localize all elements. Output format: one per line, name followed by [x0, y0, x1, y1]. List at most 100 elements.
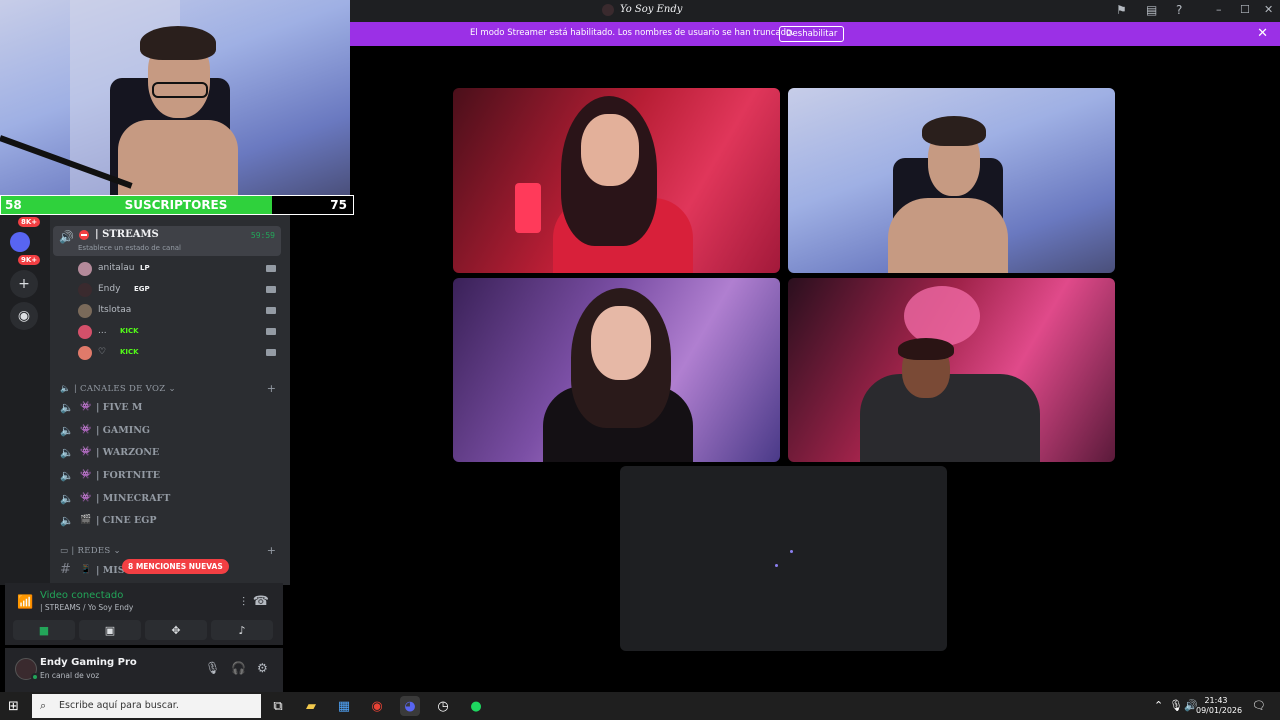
disable-streamer-button[interactable]: Deshabilitar: [779, 26, 845, 42]
voice-status-channel[interactable]: | STREAMS / Yo Soy Endy: [40, 603, 133, 612]
participant-body: [888, 198, 1008, 273]
loading-spinner-icon: [790, 550, 793, 553]
close-icon[interactable]: ✕: [1264, 3, 1273, 16]
app-icon[interactable]: ◷: [433, 696, 453, 716]
tray-chevron-icon[interactable]: ⌃: [1154, 699, 1163, 712]
camera-icon: [266, 286, 276, 293]
inbox-flag-icon[interactable]: ⚑: [1116, 3, 1127, 17]
server-icon[interactable]: [10, 232, 30, 252]
video-tile[interactable]: [788, 88, 1115, 273]
noise-suppression-icon[interactable]: ⫶: [242, 595, 245, 610]
window-title: Yo Soy Endy: [620, 4, 683, 15]
voice-channel[interactable]: 🔈 👾 | FORTNITE: [60, 467, 280, 487]
search-icon: ⌕: [40, 699, 47, 712]
channel-emoji-icon: 👾: [80, 447, 92, 457]
channel-name: | STREAMS: [95, 229, 159, 240]
microphone-icon[interactable]: 🎙: [205, 661, 220, 675]
participant-body: [860, 374, 1040, 462]
discord-icon[interactable]: ◕: [400, 696, 420, 716]
streamer-mode-banner: El modo Streamer está habilitado. Los no…: [350, 22, 1280, 46]
avatar: [78, 346, 92, 360]
taskbar-search[interactable]: ⌕ Escribe aquí para buscar.: [32, 694, 261, 718]
member-name: Endy: [98, 284, 121, 294]
participant-face: [581, 114, 639, 186]
speaker-icon: 🔈: [60, 401, 74, 414]
avatar: [78, 325, 92, 339]
help-icon[interactable]: ?: [1176, 3, 1182, 17]
server-rail: 8K+ 9K+ + ◉: [0, 200, 50, 585]
maximize-icon[interactable]: ☐: [1240, 3, 1250, 16]
disconnect-icon[interactable]: ☎: [253, 594, 269, 609]
category-redes[interactable]: ▭ | REDES ⌄: [60, 546, 121, 556]
category-voice-channels[interactable]: 🔈 | CANALES DE VOZ ⌄: [60, 384, 176, 394]
microphone-icon[interactable]: 🎙: [1169, 699, 1183, 712]
loading-spinner-icon: [775, 564, 778, 567]
avatar: [78, 304, 92, 318]
voice-member[interactable]: ltslotaa: [78, 302, 278, 320]
inbox-icon[interactable]: ▤: [1146, 3, 1157, 17]
add-server-icon[interactable]: +: [10, 270, 38, 298]
channel-emoji-icon: 👾: [80, 402, 92, 412]
channel-name: | WARZONE: [96, 447, 160, 458]
screen-share-button[interactable]: ▣: [79, 620, 141, 640]
store-icon[interactable]: ▦: [334, 696, 354, 716]
channel-status[interactable]: Establece un estado de canal: [78, 244, 181, 252]
voice-status-title[interactable]: Video conectado: [40, 590, 123, 601]
voice-channel[interactable]: 🔈 👾 | GAMING: [60, 422, 280, 442]
window-titlebar: Yo Soy Endy ⚑ ▤ ? – ☐ ✕: [350, 0, 1280, 22]
neon-sign: [904, 286, 980, 346]
signal-icon[interactable]: 📶: [17, 595, 33, 610]
member-tag: EGP: [134, 285, 150, 293]
channel-streams[interactable]: 🔊 | STREAMS Establece un estado de canal…: [53, 226, 281, 256]
windows-start-icon[interactable]: ⊞: [8, 699, 19, 714]
speaker-icon: 🔈: [60, 424, 74, 437]
voice-channel[interactable]: 🔈 🎬 | CINE EGP: [60, 512, 280, 532]
notifications-icon[interactable]: 🗨: [1252, 699, 1266, 712]
member-tag: KICK: [120, 327, 139, 335]
soundboard-button[interactable]: ♪: [211, 620, 273, 640]
voice-channel[interactable]: 🔈 👾 | FIVE M: [60, 399, 280, 419]
speaker-icon: 🔈: [60, 446, 74, 459]
user-name[interactable]: Endy Gaming Pro: [40, 657, 137, 668]
voice-member[interactable]: Endy EGP: [78, 281, 278, 299]
participant-face: [591, 306, 651, 380]
task-view-icon[interactable]: ⧉: [268, 696, 288, 716]
member-name: ltslotaa: [98, 305, 132, 315]
explore-icon[interactable]: ◉: [10, 302, 38, 330]
camera-button[interactable]: ■: [13, 620, 75, 640]
channel-emoji-icon: 👾: [80, 493, 92, 503]
member-tag: KICK: [120, 348, 139, 356]
channel-name: | FORTNITE: [96, 470, 161, 481]
activities-button[interactable]: ✥: [145, 620, 207, 640]
channel-name: | GAMING: [96, 425, 151, 436]
video-tile[interactable]: [453, 88, 780, 273]
member-name: ♡: [98, 347, 107, 357]
video-tile[interactable]: [453, 278, 780, 462]
speaker-icon: 🔊: [59, 230, 74, 244]
voice-channel[interactable]: 🔈 👾 | WARZONE: [60, 444, 280, 464]
video-tile-loading[interactable]: [620, 466, 947, 651]
voice-member[interactable]: anitalau LP: [78, 260, 278, 278]
new-mentions-badge[interactable]: 8 MENCIONES NUEVAS: [122, 559, 229, 574]
voice-member[interactable]: ♡ KICK: [78, 344, 278, 362]
close-icon[interactable]: ✕: [1257, 26, 1268, 41]
clock-date: 09/01/2026: [1196, 706, 1243, 715]
speaker-icon: 🔈: [60, 514, 74, 527]
file-explorer-icon[interactable]: ▰: [301, 696, 321, 716]
clock[interactable]: 21:43 09/01/2026: [1196, 696, 1242, 716]
headphones-icon[interactable]: 🎧: [231, 661, 246, 675]
spotify-icon[interactable]: ●: [466, 696, 486, 716]
settings-gear-icon[interactable]: ⚙: [257, 661, 268, 675]
add-channel-icon[interactable]: +: [267, 382, 276, 395]
chrome-icon[interactable]: ◉: [367, 696, 387, 716]
banner-text: El modo Streamer está habilitado. Los no…: [470, 28, 794, 38]
user-status: En canal de voz: [40, 671, 100, 680]
participant-hair: [922, 116, 986, 146]
streamer-hair: [140, 26, 216, 60]
video-tile[interactable]: [788, 278, 1115, 462]
add-channel-icon[interactable]: +: [267, 544, 276, 557]
minimize-icon[interactable]: –: [1216, 3, 1222, 16]
voice-channel[interactable]: 🔈 👾 | MINECRAFT: [60, 490, 280, 510]
camera-icon: [266, 349, 276, 356]
voice-member[interactable]: ... KICK: [78, 323, 278, 341]
